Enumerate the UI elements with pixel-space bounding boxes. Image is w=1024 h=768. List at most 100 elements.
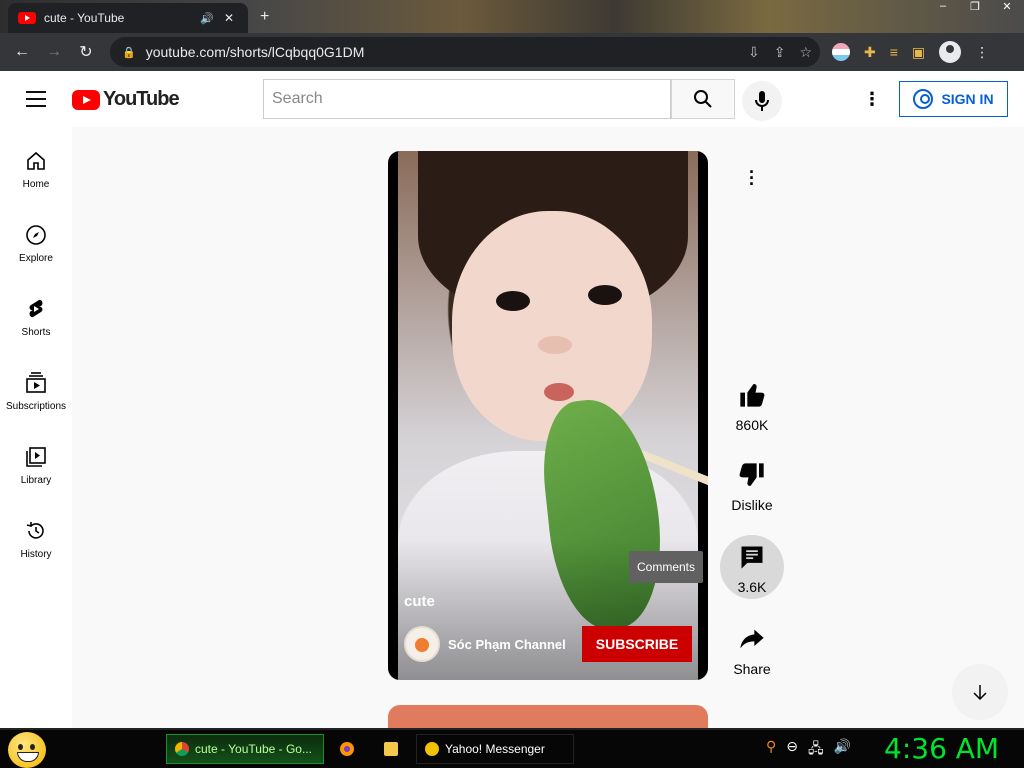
search-input[interactable]: Search: [263, 79, 671, 119]
guide-label: Subscriptions: [5, 401, 67, 412]
volume-tray-icon[interactable]: 🔊: [834, 738, 851, 762]
voice-search-button[interactable]: [742, 81, 782, 121]
guide-item-shorts[interactable]: Shorts: [0, 297, 72, 338]
task-firefox[interactable]: [332, 734, 362, 764]
comments-button[interactable]: 3.6K: [720, 543, 784, 595]
bookmark-star-icon[interactable]: ☆: [799, 44, 812, 61]
task-yahoo-messenger[interactable]: Yahoo! Messenger: [416, 734, 574, 764]
browser-tab-strip: cute - YouTube 🔊 ✕ + – ❐ ✕: [0, 0, 1024, 33]
browser-tab[interactable]: cute - YouTube 🔊 ✕: [8, 3, 248, 33]
next-video-button[interactable]: [952, 664, 1008, 720]
guide-label: Explore: [19, 253, 53, 264]
youtube-favicon-icon: [18, 12, 36, 24]
channel-name[interactable]: Sóc Phạm Channel: [448, 637, 566, 652]
microphone-icon: [755, 91, 769, 111]
guide-item-explore[interactable]: Explore: [0, 223, 72, 264]
share-arrow-icon: [740, 629, 764, 649]
like-button[interactable]: 860K: [720, 381, 784, 433]
short-more-options-icon[interactable]: · · ·: [742, 163, 762, 193]
search-icon: [694, 90, 712, 108]
media-control-icon[interactable]: ≡: [890, 44, 898, 60]
browser-menu-icon[interactable]: ⋮: [975, 44, 989, 61]
extensions-area: ✚ ≡ ▣ ⋮: [832, 33, 989, 71]
share-button[interactable]: Share: [720, 625, 784, 677]
dislike-button[interactable]: Dislike: [720, 461, 784, 513]
logo-text: YouTube: [103, 88, 180, 110]
settings-more-icon[interactable]: ⋮: [862, 89, 882, 110]
taskbar-clock[interactable]: 4:36 AM: [884, 732, 999, 765]
youtube-page: YouTube Search ⋮ SIGN IN Home Explore Sh…: [0, 71, 1024, 728]
library-icon: [26, 447, 46, 467]
next-short-preview[interactable]: [388, 705, 708, 728]
share-label: Share: [733, 661, 771, 677]
search-tray-icon[interactable]: ⚲: [766, 738, 776, 762]
profile-avatar-icon[interactable]: [939, 41, 962, 63]
share-page-icon[interactable]: ⇪: [774, 44, 786, 61]
folder-icon: [384, 742, 398, 756]
url-text[interactable]: youtube.com/shorts/lCqbqq0G1DM: [146, 44, 365, 60]
guide-sidebar: Home Explore Shorts Subscriptions Librar…: [0, 127, 72, 728]
task-folder[interactable]: [376, 734, 406, 764]
speaker-icon[interactable]: 🔊: [200, 12, 216, 25]
start-smiley-icon[interactable]: [8, 732, 46, 768]
extension-flag-icon[interactable]: [832, 43, 850, 61]
yahoo-messenger-icon: [425, 742, 439, 756]
short-title[interactable]: cute: [404, 593, 435, 610]
address-bar-row: ← → ↻ 🔒 youtube.com/shorts/lCqbqq0G1DM ⇩…: [0, 33, 1024, 71]
system-tray: ⚲ ⊖ 🖧 🔊: [766, 738, 851, 762]
sign-in-button[interactable]: SIGN IN: [899, 81, 1008, 117]
guide-item-subscriptions[interactable]: Subscriptions: [0, 371, 72, 412]
channel-avatar[interactable]: [404, 626, 440, 662]
comments-tooltip: Comments: [629, 551, 704, 583]
task-chrome[interactable]: cute - YouTube - Go...: [166, 734, 324, 764]
arrow-down-icon: [973, 685, 987, 701]
sign-in-label: SIGN IN: [941, 91, 994, 107]
short-video-player[interactable]: cute Sóc Phạm Channel SUBSCRIBE: [388, 151, 708, 680]
youtube-play-icon: [72, 89, 100, 110]
forward-arrow-icon[interactable]: →: [38, 43, 70, 61]
thumbs-up-icon: [740, 384, 765, 407]
new-tab-button[interactable]: +: [260, 8, 269, 26]
comment-icon: [741, 546, 763, 569]
close-window-button[interactable]: ✕: [998, 0, 1016, 14]
guide-label: Home: [22, 179, 50, 190]
close-tab-icon[interactable]: ✕: [224, 11, 238, 25]
dislike-label: Dislike: [731, 497, 773, 513]
restore-button[interactable]: ❐: [966, 0, 984, 14]
youtube-logo[interactable]: YouTube: [72, 88, 180, 111]
guide-item-home[interactable]: Home: [0, 149, 72, 190]
chrome-icon: [175, 742, 189, 756]
like-count: 860K: [735, 417, 769, 433]
guide-item-history[interactable]: History: [0, 519, 72, 560]
subscribe-button[interactable]: SUBSCRIBE: [582, 626, 692, 662]
home-icon: [27, 151, 45, 170]
minimize-button[interactable]: –: [934, 0, 952, 14]
window-controls: – ❐ ✕: [934, 0, 1016, 14]
guide-label: Library: [20, 475, 52, 486]
install-app-icon[interactable]: ⇩: [748, 44, 760, 61]
history-icon: [26, 522, 44, 539]
hamburger-menu-icon[interactable]: [26, 91, 46, 107]
channel-link[interactable]: Sóc Phạm Channel: [404, 626, 566, 662]
reload-icon[interactable]: ↻: [70, 42, 102, 62]
comment-count: 3.6K: [737, 579, 767, 595]
user-circle-icon: [913, 89, 934, 109]
compass-icon: [26, 225, 46, 245]
firefox-icon: [340, 742, 354, 756]
back-arrow-icon[interactable]: ←: [6, 43, 38, 61]
extensions-puzzle-icon[interactable]: ✚: [864, 44, 876, 61]
masthead: YouTube Search ⋮ SIGN IN: [0, 71, 1024, 127]
thumbs-down-icon: [739, 463, 764, 486]
guide-label: History: [20, 549, 52, 560]
guide-item-library[interactable]: Library: [0, 445, 72, 486]
search-button[interactable]: [671, 79, 735, 119]
task-label: Yahoo! Messenger: [445, 742, 545, 756]
network-tray-icon[interactable]: 🖧: [808, 738, 824, 762]
lock-icon: 🔒: [122, 46, 136, 59]
omnibox[interactable]: 🔒 youtube.com/shorts/lCqbqq0G1DM ⇩ ⇪ ☆: [110, 37, 820, 67]
taskbar: cute - YouTube - Go... Yahoo! Messenger …: [0, 728, 1024, 768]
side-panel-icon[interactable]: ▣: [912, 44, 925, 61]
tab-title: cute - YouTube: [44, 11, 125, 25]
task-label: cute - YouTube - Go...: [195, 742, 312, 756]
minus-tray-icon[interactable]: ⊖: [786, 738, 798, 762]
